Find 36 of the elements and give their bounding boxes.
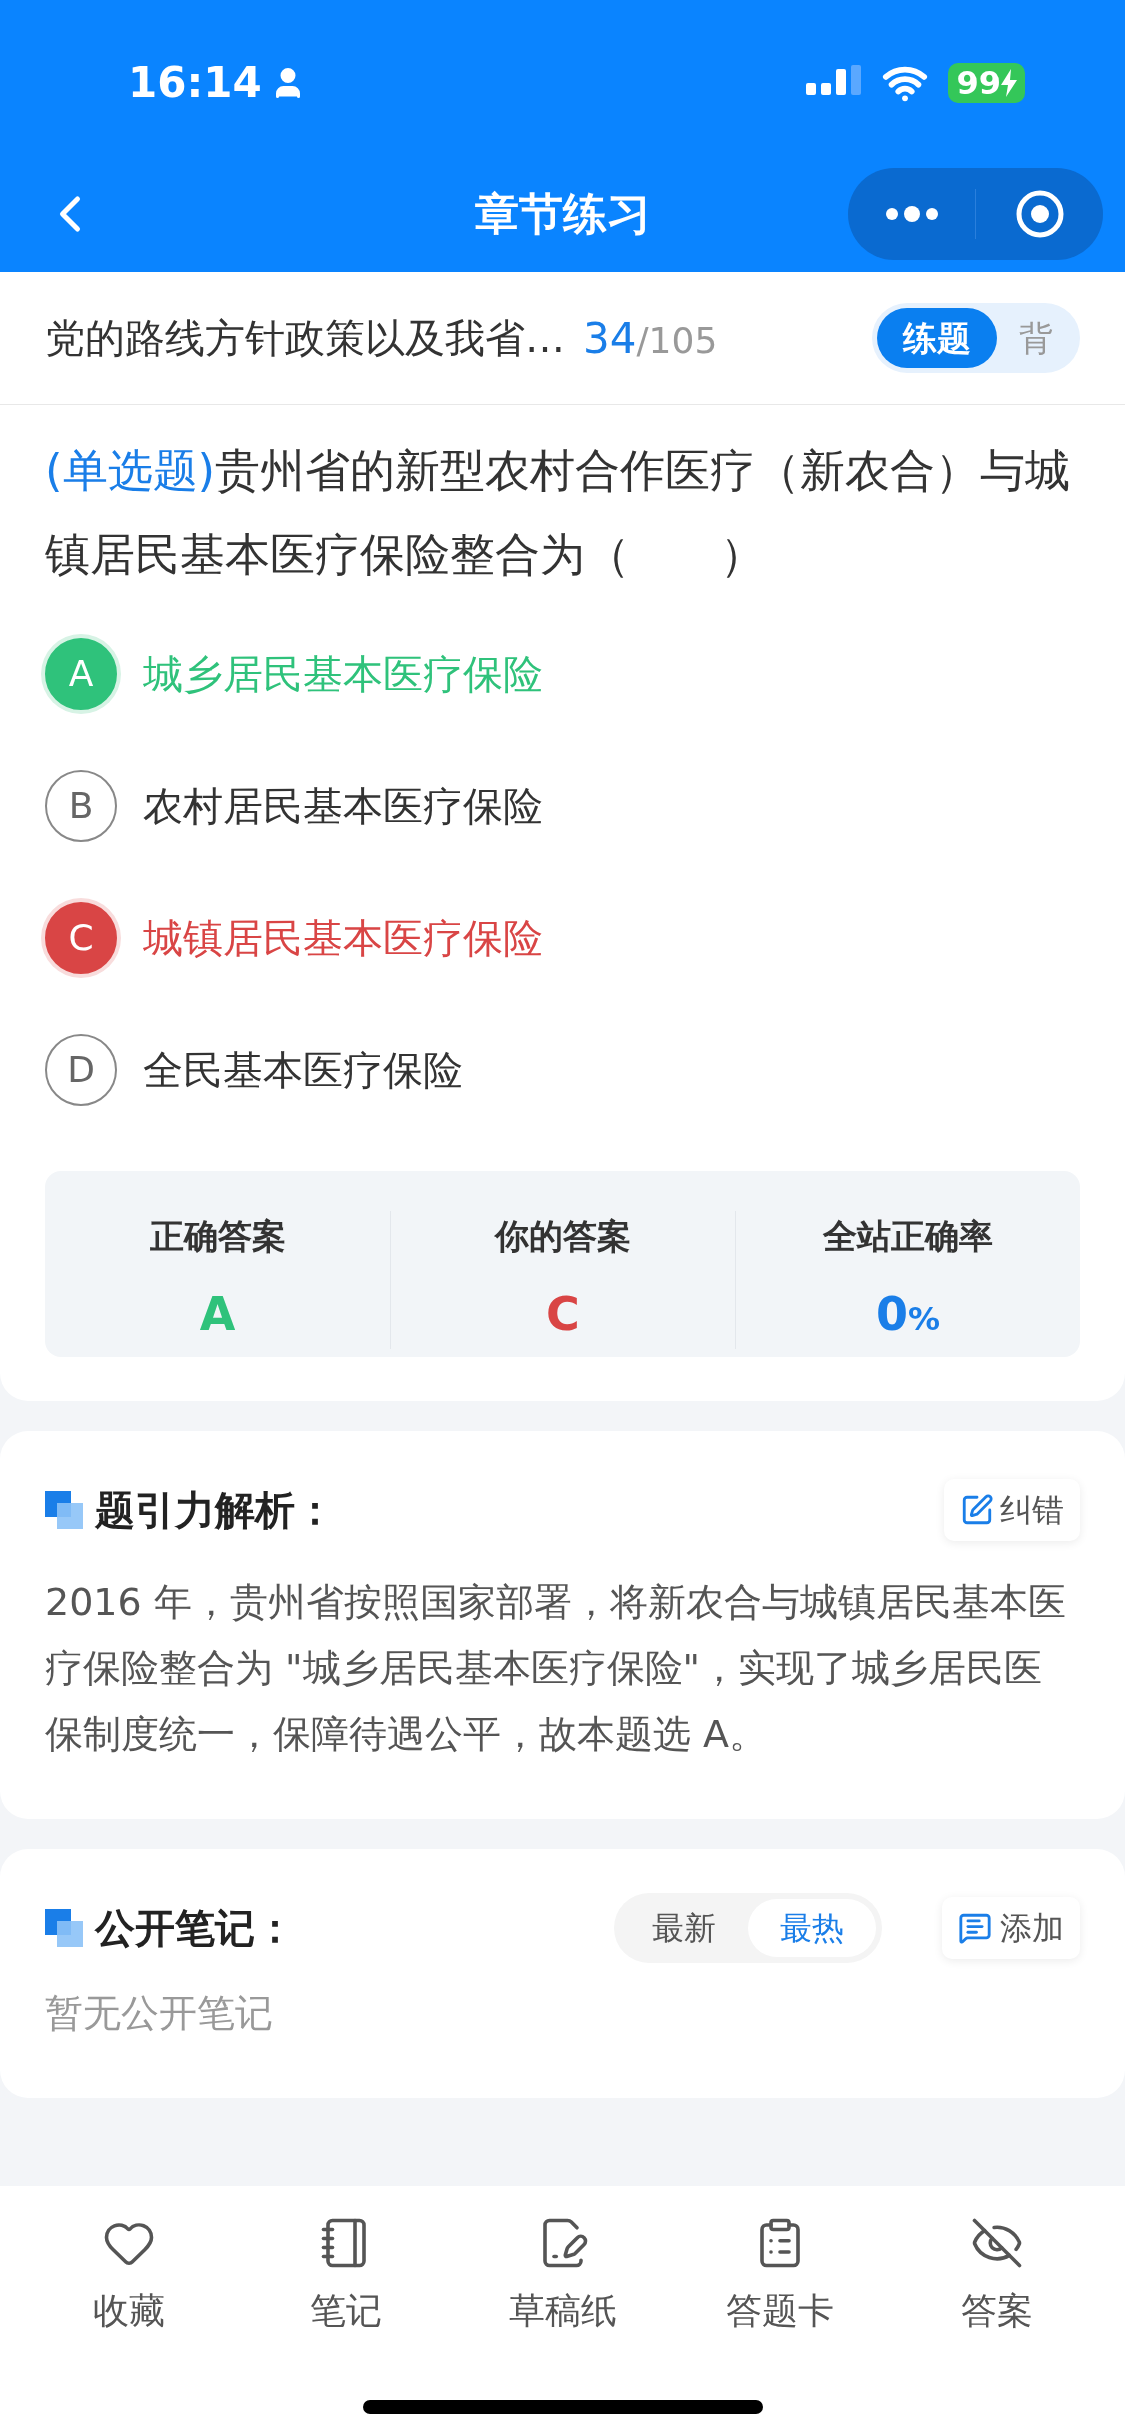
- result-value: C: [546, 1286, 580, 1343]
- battery-indicator: 99: [948, 62, 1025, 103]
- result-label: 全站正确率: [823, 1215, 993, 1258]
- toolbar-button[interactable]: 笔记: [255, 2216, 436, 2338]
- question-text: (单选题)贵州省的新型农村合作医疗（新农合）与城镇居民基本医疗保险整合为（ ）: [44, 443, 1072, 583]
- analysis-text: 2016 年，贵州省按照国家部署，将新农合与城镇居民基本医疗保险整合为 "城乡居民基本医疗保险"，实现了城乡居民医保制度统一，保障待遇公平，故本题选 A。: [45, 1579, 1067, 1758]
- more-icon[interactable]: [883, 203, 940, 224]
- chapter-title: 党的路线方针政策以及我省…: [45, 314, 565, 363]
- report-error-button[interactable]: 纠错: [944, 1479, 1080, 1541]
- result-label: 你的答案: [495, 1215, 631, 1258]
- toolbar-button[interactable]: 草稿纸: [472, 2216, 653, 2338]
- mode-tab[interactable]: 练题: [877, 308, 997, 368]
- question-counter: 34/105: [583, 312, 718, 365]
- answer-option[interactable]: B 农村居民基本医疗保险: [45, 769, 1080, 843]
- comment-icon: [958, 1911, 992, 1945]
- edit-icon: [960, 1493, 994, 1527]
- section-title: 题引力解析：: [95, 1486, 335, 1535]
- add-note-button[interactable]: 添加: [942, 1897, 1080, 1959]
- answer-option[interactable]: C 城镇居民基本医疗保险: [45, 901, 1080, 975]
- toolbar-button[interactable]: 答题卡: [689, 2216, 870, 2338]
- result-value: A: [199, 1286, 236, 1343]
- sort-tab[interactable]: 最新: [620, 1899, 748, 1957]
- target-icon[interactable]: [1014, 188, 1065, 239]
- section-icon: [45, 1909, 83, 1947]
- answer-option[interactable]: D 全民基本医疗保险: [45, 1033, 1080, 1107]
- charging-icon: [1001, 68, 1017, 97]
- result-label: 正确答案: [149, 1215, 286, 1258]
- toolbar-button[interactable]: 收藏: [38, 2216, 219, 2338]
- section-title: 公开笔记：: [95, 1904, 295, 1953]
- section-icon: [45, 1491, 83, 1529]
- toolbar-button[interactable]: 答案: [906, 2216, 1087, 2338]
- sort-tab[interactable]: 最热: [748, 1899, 876, 1957]
- result-value: 0%: [875, 1286, 941, 1343]
- clock-time: 16:14: [128, 57, 262, 109]
- page-title: 章节练习: [474, 186, 651, 241]
- empty-notes-text: 暂无公开笔记: [45, 1990, 274, 2037]
